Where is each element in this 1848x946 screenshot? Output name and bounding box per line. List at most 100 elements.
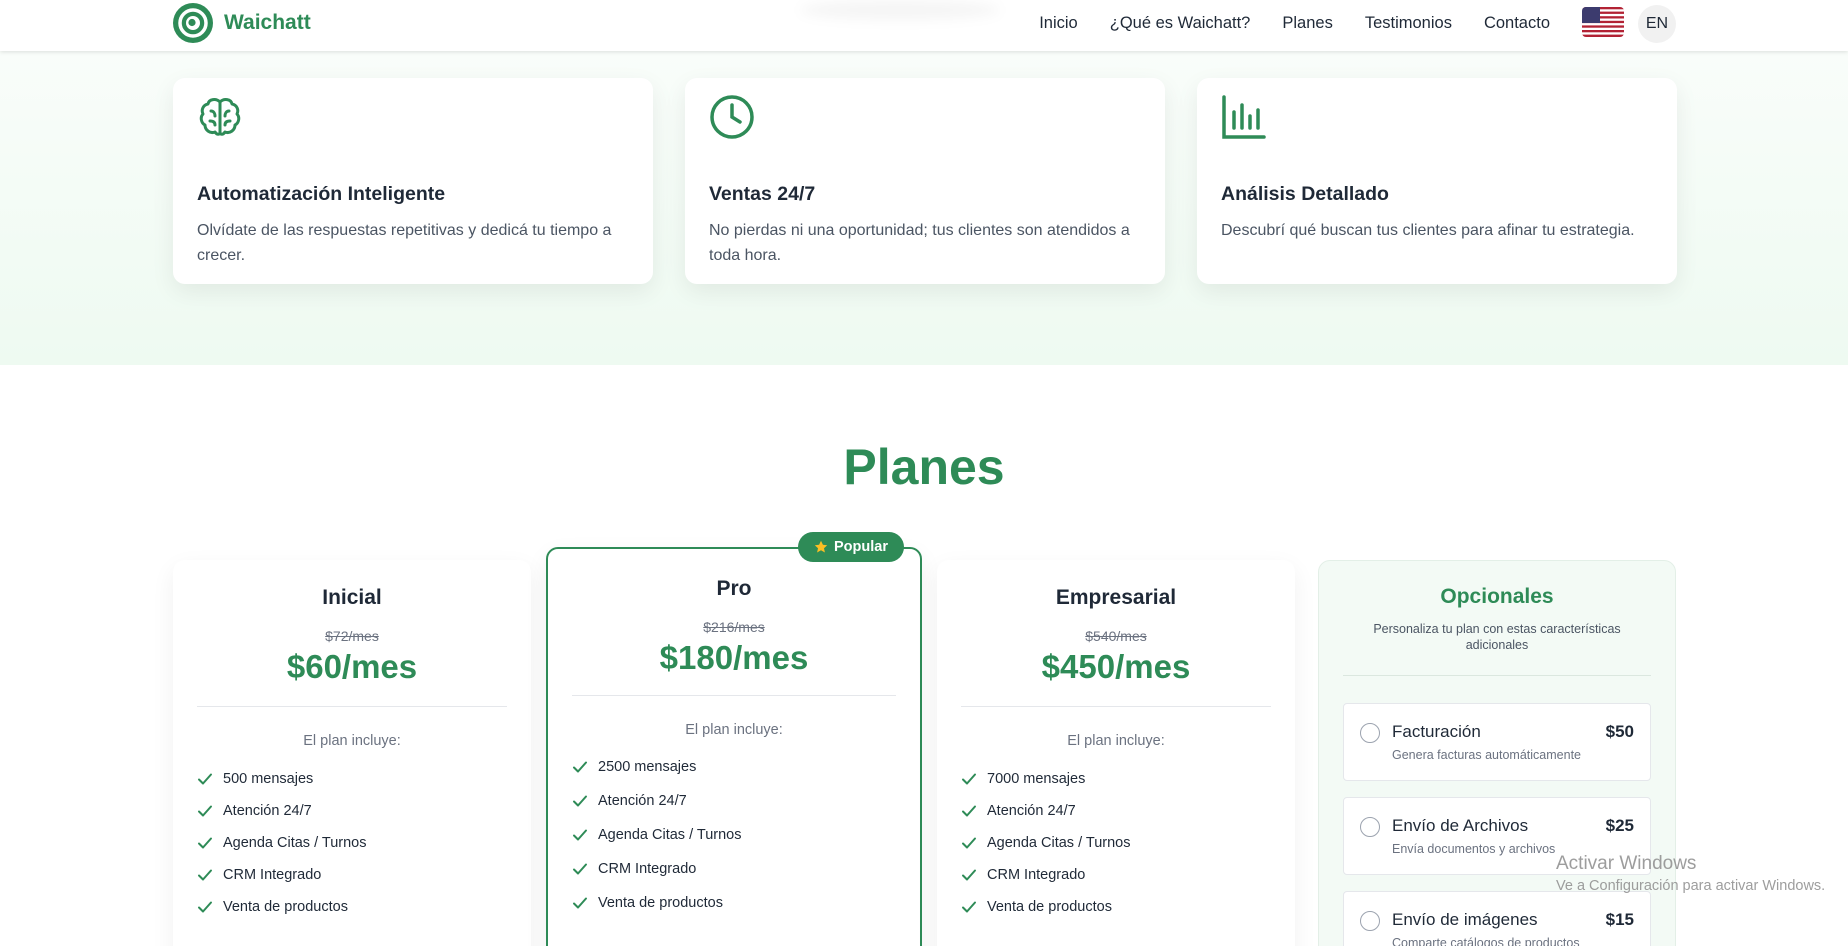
nav-link-inicio[interactable]: Inicio: [1039, 14, 1078, 33]
plan-name: Empresarial: [1055, 586, 1177, 609]
opcional-radio[interactable]: [1360, 817, 1380, 837]
plan-price: $60/mes: [286, 648, 418, 685]
plan-card-inicial[interactable]: Inicial $72/mes $60/mes El plan incluye:…: [173, 560, 531, 946]
check-icon: [573, 897, 587, 909]
check-icon: [962, 773, 976, 785]
opcional-name: Facturación: [1392, 722, 1481, 741]
plan-includes-label: El plan incluye:: [303, 733, 401, 749]
plan-card-pro[interactable]: Popular Pro $216/mes $180/mes El plan in…: [546, 532, 922, 946]
plan-divider: [197, 706, 507, 707]
feature-title: Análisis Detallado: [1221, 183, 1389, 205]
list-item: Agenda Citas / Turnos: [961, 827, 1295, 859]
list-item: 500 mensajes: [197, 763, 531, 795]
plan-feature-text: 7000 mensajes: [987, 771, 1086, 787]
check-icon: [962, 837, 976, 849]
check-icon: [573, 795, 587, 807]
nav-decoration: [800, 0, 1000, 20]
plan-feature-list: 7000 mensajes Atención 24/7 Agenda Citas…: [937, 763, 1295, 923]
opcional-price: $15: [1605, 910, 1634, 929]
opcionales-title: Opcionales: [1440, 585, 1554, 608]
opcional-radio[interactable]: [1360, 911, 1380, 931]
list-item: 7000 mensajes: [961, 763, 1295, 795]
list-item: Atención 24/7: [961, 795, 1295, 827]
list-item: 2500 mensajes: [572, 750, 920, 784]
check-icon: [962, 901, 976, 913]
plan-includes-label: El plan incluye:: [685, 722, 783, 738]
plan-feature-text: Agenda Citas / Turnos: [223, 835, 367, 851]
list-item: Atención 24/7: [197, 795, 531, 827]
opcional-description: Genera facturas automáticamente: [1392, 748, 1581, 762]
feature-title: Ventas 24/7: [709, 183, 816, 205]
plan-feature-text: CRM Integrado: [987, 867, 1086, 883]
opcional-price: $25: [1605, 816, 1634, 835]
brand-name: Waichatt: [224, 11, 311, 34]
feature-description: Olvídate de las respuestas repetitivas y…: [197, 222, 612, 264]
brand-logo[interactable]: Waichatt: [172, 2, 311, 44]
plan-feature-text: 2500 mensajes: [598, 759, 697, 775]
nav-link-planes[interactable]: Planes: [1282, 14, 1332, 33]
opcional-price: $50: [1605, 722, 1634, 741]
plan-feature-list: 500 mensajes Atención 24/7 Agenda Citas …: [173, 763, 531, 923]
planes-heading: Planes: [843, 439, 1005, 495]
list-item: Venta de productos: [572, 886, 920, 920]
check-icon: [962, 805, 976, 817]
plan-divider: [572, 695, 896, 696]
plan-feature-text: CRM Integrado: [223, 867, 322, 883]
language-toggle[interactable]: EN: [1638, 5, 1676, 43]
list-item: Venta de productos: [961, 891, 1295, 923]
check-icon: [962, 869, 976, 881]
plan-feature-text: Venta de productos: [223, 899, 348, 915]
plan-feature-text: Atención 24/7: [987, 803, 1076, 819]
opcional-envio-imagenes[interactable]: Envío de imágenes $15 Comparte catálogos…: [1343, 891, 1651, 946]
nav-link-que-es[interactable]: ¿Qué es Waichatt?: [1110, 14, 1251, 33]
check-icon: [198, 901, 212, 913]
plan-divider: [961, 706, 1271, 707]
list-item: CRM Integrado: [197, 859, 531, 891]
opcionales-divider: [1343, 675, 1651, 676]
opcional-facturacion[interactable]: Facturación $50 Genera facturas automáti…: [1343, 703, 1651, 781]
popular-badge-label: Popular: [834, 539, 888, 555]
plan-price: $180/mes: [659, 639, 809, 676]
waichatt-logo-icon: [173, 3, 213, 43]
opcional-radio[interactable]: [1360, 723, 1380, 743]
list-item: Atención 24/7: [572, 784, 920, 818]
brain-icon: [199, 98, 241, 136]
list-item: CRM Integrado: [961, 859, 1295, 891]
feature-card-automatizacion: Automatización Inteligente Olvídate de l…: [173, 78, 653, 284]
plan-card-empresarial[interactable]: Empresarial $540/mes $450/mes El plan in…: [937, 560, 1295, 946]
feature-card-ventas: Ventas 24/7 No pierdas ni una oportunida…: [685, 78, 1165, 284]
plan-old-price: $216/mes: [703, 619, 765, 635]
windows-activation-subtitle: Ve a Configuración para activar Windows.: [1556, 878, 1826, 894]
check-icon: [198, 773, 212, 785]
plan-old-price: $540/mes: [1085, 628, 1147, 644]
us-flag-icon[interactable]: [1582, 7, 1624, 37]
clock-icon: [710, 95, 754, 139]
check-icon: [573, 863, 587, 875]
check-icon: [573, 829, 587, 841]
nav-link-testimonios[interactable]: Testimonios: [1365, 14, 1452, 33]
plan-feature-text: Venta de productos: [598, 895, 723, 911]
plan-feature-text: Venta de productos: [987, 899, 1112, 915]
list-item: Venta de productos: [197, 891, 531, 923]
star-icon: [814, 540, 828, 553]
plan-feature-text: CRM Integrado: [598, 861, 697, 877]
list-item: Agenda Citas / Turnos: [572, 818, 920, 852]
bar-chart-icon: [1222, 95, 1266, 139]
list-item: CRM Integrado: [572, 852, 920, 886]
check-icon: [198, 837, 212, 849]
feature-description: Descubrí qué buscan tus clientes para af…: [1221, 222, 1635, 239]
nav-link-contacto[interactable]: Contacto: [1484, 14, 1550, 33]
feature-card-analisis: Análisis Detallado Descubrí qué buscan t…: [1197, 78, 1677, 284]
feature-description: No pierdas ni una oportunidad; tus clien…: [709, 222, 1130, 264]
top-navbar: Waichatt Inicio ¿Qué es Waichatt? Planes…: [0, 0, 1848, 51]
check-icon: [198, 869, 212, 881]
list-item: Agenda Citas / Turnos: [197, 827, 531, 859]
opcional-name: Envío de imágenes: [1392, 910, 1538, 929]
feature-title: Automatización Inteligente: [197, 183, 446, 205]
check-icon: [198, 805, 212, 817]
plan-feature-text: Agenda Citas / Turnos: [598, 827, 742, 843]
plan-feature-text: Atención 24/7: [598, 793, 687, 809]
plan-includes-label: El plan incluye:: [1067, 733, 1165, 749]
plan-old-price: $72/mes: [325, 628, 379, 644]
plan-name: Pro: [716, 577, 752, 600]
